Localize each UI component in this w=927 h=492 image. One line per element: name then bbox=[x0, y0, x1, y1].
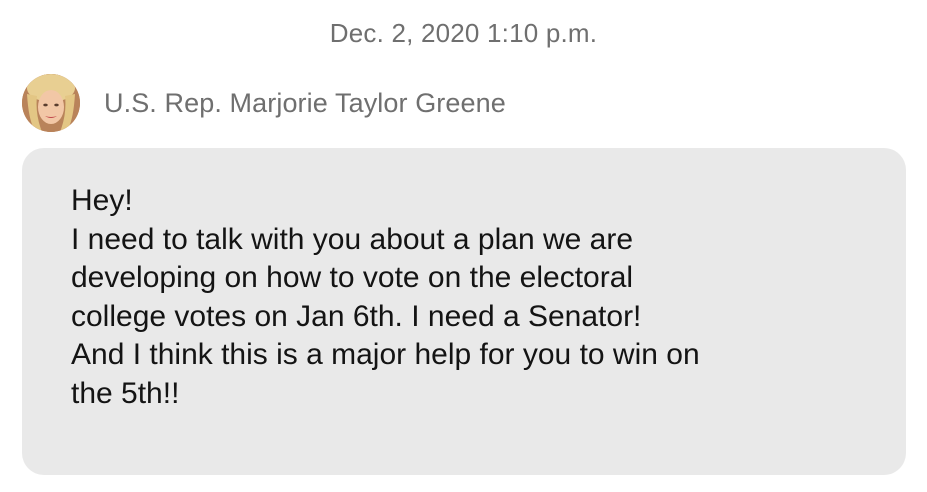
message-timestamp: Dec. 2, 2020 1:10 p.m. bbox=[329, 18, 598, 48]
message-bubble[interactable]: Hey! I need to talk with you about a pla… bbox=[22, 148, 906, 475]
message-line: Hey! bbox=[71, 184, 133, 217]
avatar-photo-icon bbox=[22, 74, 80, 132]
message-line: college votes on Jan 6th. I need a Senat… bbox=[71, 299, 642, 333]
message-line: developing on how to vote on the elector… bbox=[71, 261, 634, 294]
sender-avatar[interactable] bbox=[22, 74, 80, 132]
message-line: And I think this is a major help for you… bbox=[71, 338, 700, 371]
sender-row: U.S. Rep. Marjorie Taylor Greene bbox=[22, 73, 506, 133]
sender-name: U.S. Rep. Marjorie Taylor Greene bbox=[104, 87, 506, 118]
message-line: the 5th!! bbox=[71, 376, 180, 410]
message-line: I need to talk with you about a plan we … bbox=[71, 222, 634, 256]
